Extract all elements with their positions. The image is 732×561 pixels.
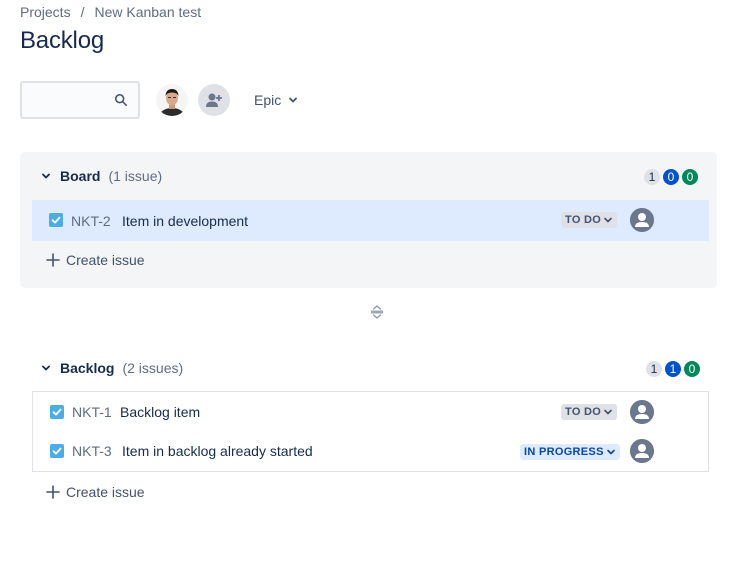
resize-handle-icon[interactable] [369,304,385,320]
status-label: TO DO [565,406,602,418]
done-count-badge: 0 [684,361,700,377]
task-checkbox-icon [49,213,63,227]
status-dropdown[interactable]: TO DO [561,404,618,420]
assignee-avatar[interactable] [630,400,654,424]
epic-filter-label: Epic [254,92,282,108]
assignee-avatar[interactable] [630,208,654,232]
done-count-badge: 0 [682,169,698,185]
issue-key[interactable]: NKT-2 [71,213,111,229]
plus-icon [46,485,60,499]
chevron-down-icon [42,173,50,179]
board-section-name: Board [60,168,101,184]
status-dropdown[interactable]: IN PROGRESS [520,444,620,460]
status-dropdown[interactable]: TO DO [561,212,618,228]
user-avatar[interactable] [156,84,188,116]
backlog-section-name: Backlog [60,360,115,376]
issue-row[interactable]: NKT-3 Item in backlog already started IN… [32,431,709,472]
backlog-section-header[interactable]: Backlog (2 issues) [40,360,183,376]
todo-count-badge: 1 [646,361,662,377]
unassigned-user-icon [630,208,654,232]
unassigned-user-icon [630,439,654,463]
chevron-down-icon [289,97,298,103]
issue-summary[interactable]: Item in backlog already started [122,443,313,459]
status-label: IN PROGRESS [524,446,604,458]
issue-row[interactable]: NKT-1 Backlog item TO DO [32,391,709,432]
issue-row[interactable]: NKT-2 Item in development TO DO [32,200,709,241]
search-input[interactable] [22,83,112,117]
board-issue-count: (1 issue) [108,168,163,184]
search-icon [114,93,128,107]
in-progress-count-badge: 0 [663,169,679,185]
todo-count-badge: 1 [644,169,660,185]
issue-key[interactable]: NKT-1 [72,404,112,420]
task-checkbox-icon [50,405,64,419]
assignee-avatar[interactable] [630,439,654,463]
epic-filter-dropdown[interactable]: Epic [254,92,299,108]
breadcrumb-projects[interactable]: Projects [20,4,71,20]
plus-icon [46,253,60,267]
status-label: TO DO [565,214,602,226]
add-person-icon [206,93,222,107]
page-title: Backlog [20,27,104,54]
breadcrumb-project[interactable]: New Kanban test [94,4,201,20]
backlog-create-issue-button[interactable]: Create issue [46,484,145,500]
unassigned-user-icon [630,400,654,424]
chevron-down-icon [604,217,612,223]
chevron-down-icon [606,449,615,455]
create-issue-label: Create issue [66,252,145,268]
backlog-issue-count: (2 issues) [122,360,184,376]
in-progress-count-badge: 1 [665,361,681,377]
create-issue-label: Create issue [66,484,145,500]
issue-summary[interactable]: Item in development [122,213,248,229]
board-section-header[interactable]: Board (1 issue) [40,168,162,184]
backlog-status-counts: 1 1 0 [646,361,700,377]
search-box [20,81,140,119]
issue-key[interactable]: NKT-3 [72,443,112,459]
add-people-button[interactable] [198,84,230,116]
breadcrumb-separator: / [80,4,85,20]
chevron-down-icon [42,365,50,371]
chevron-down-icon [604,409,612,415]
breadcrumb: Projects / New Kanban test [20,4,201,20]
board-status-counts: 1 0 0 [644,169,698,185]
issue-summary[interactable]: Backlog item [120,404,200,420]
task-checkbox-icon [50,444,64,458]
board-create-issue-button[interactable]: Create issue [46,252,145,268]
user-avatar-image [156,84,188,116]
